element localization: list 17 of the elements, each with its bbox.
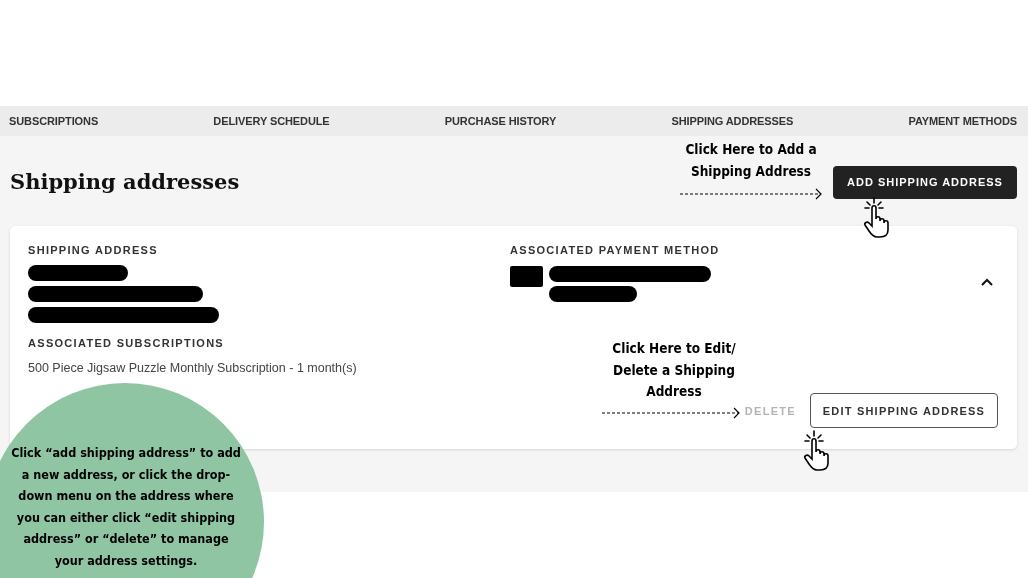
nav-tab[interactable]: PURCHASE HISTORY [444, 115, 557, 127]
annotation-text: Click Here to Add a Shipping Address [684, 140, 818, 181]
add-address-button[interactable]: ADD SHIPPING ADDRESS [833, 165, 1017, 199]
section-label: ASSOCIATED SUBSCRIPTIONS [28, 337, 224, 349]
nav-tab[interactable]: SHIPPING ADDRESSES [671, 115, 794, 127]
section-label: SHIPPING ADDRESS [28, 244, 158, 256]
annotation-text: Click Here to Edit/ Delete a Shipping Address [611, 339, 737, 401]
redaction-block [510, 266, 543, 287]
subscription-name: 500 Piece Jigsaw Puzzle Monthly Subscription - 1 month(s) [28, 361, 357, 375]
nav-tab[interactable]: DELIVERY SCHEDULE [213, 115, 330, 127]
nav-tab[interactable]: SUBSCRIPTIONS [9, 115, 99, 127]
edit-address-button[interactable]: EDIT SHIPPING ADDRESS [810, 393, 998, 428]
nav-tab[interactable]: PAYMENT METHODS [908, 115, 1017, 127]
page-title: Shipping addresses [10, 168, 240, 194]
chevron-icon [981, 278, 993, 286]
section-label: ASSOCIATED PAYMENT METHOD [510, 244, 720, 256]
help-text: Click “add shipping address” to add a new address, or click the drop-down menu on the address where you can either click “edit shipping address” or “delete” to manage your address settings. [10, 444, 242, 570]
